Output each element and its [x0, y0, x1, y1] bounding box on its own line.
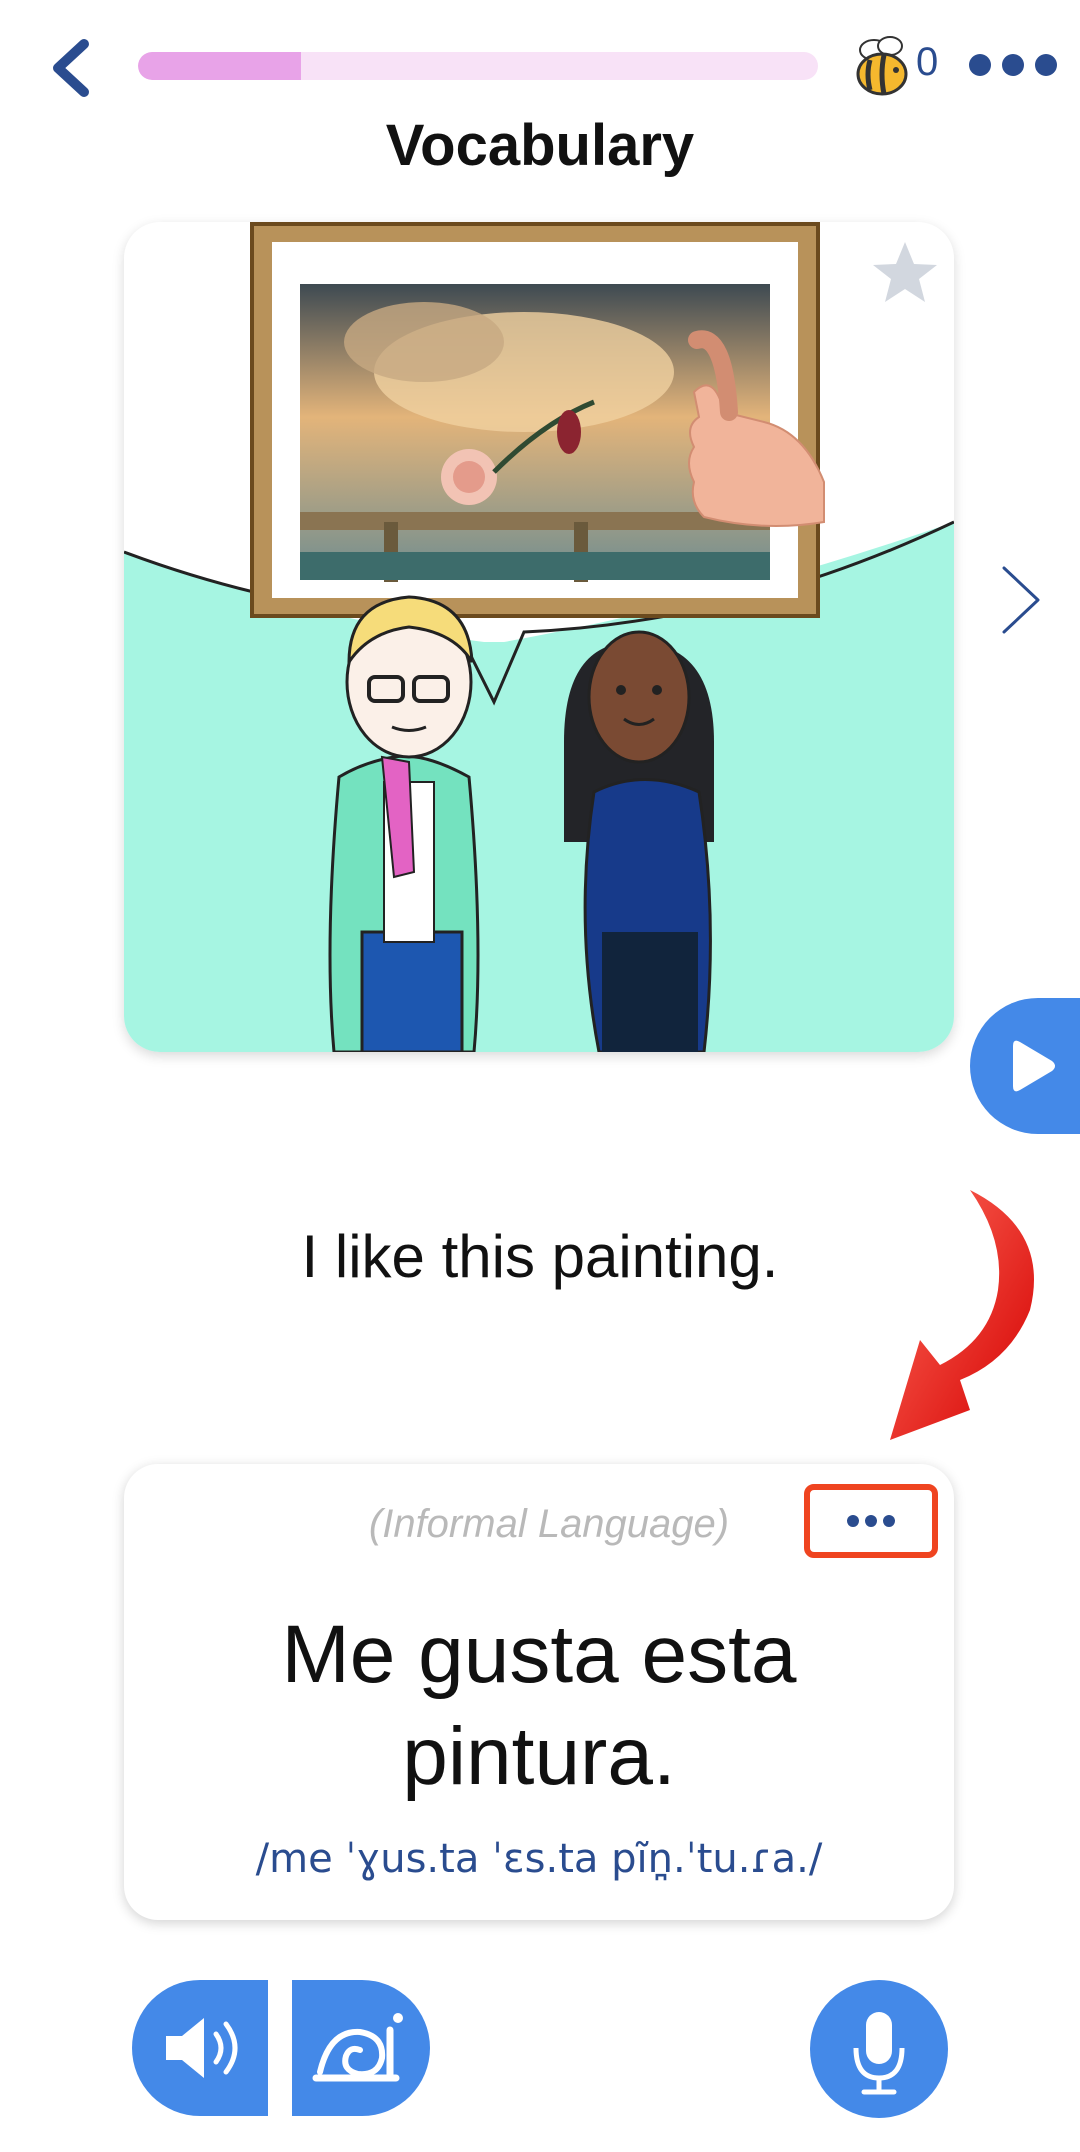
microphone-button[interactable]: [810, 1980, 948, 2118]
page-title: Vocabulary: [385, 113, 695, 178]
lesson-progress-bar: [138, 52, 818, 80]
snail-icon: [312, 2013, 403, 2082]
translation-options-button[interactable]: [804, 1484, 938, 1558]
lesson-progress-fill: [138, 52, 302, 80]
favorite-star-icon[interactable]: [870, 238, 940, 308]
next-chevron-icon[interactable]: [996, 560, 1046, 640]
translation-card: (Informal Language) Me gusta esta pintur…: [124, 1464, 954, 1920]
red-annotation-arrow-icon: [890, 1190, 1034, 1440]
illustration-painting-scene: [124, 222, 954, 1052]
spanish-sentence: Me gusta esta pintura.: [124, 1604, 954, 1808]
audio-button[interactable]: [132, 1980, 268, 2116]
bee-icon: [856, 36, 908, 96]
slow-audio-button[interactable]: [292, 1980, 430, 2116]
more-dots-icon: [847, 1515, 895, 1527]
speaker-icon: [166, 2018, 238, 2078]
play-button[interactable]: [970, 998, 1080, 1134]
play-icon: [1013, 1040, 1055, 1092]
microphone-icon: [853, 2012, 905, 2095]
score-count: 0: [916, 40, 939, 84]
more-options-icon[interactable]: [968, 50, 1058, 80]
ipa-transcription: /me ˈɣus.ta ˈɛs.ta pĩn̪.ˈtu.ɾa./: [255, 1836, 823, 1882]
vocabulary-illustration-card: [124, 222, 954, 1052]
spanish-sentence-line2: pintura.: [402, 1711, 676, 1802]
back-chevron-icon[interactable]: [44, 38, 104, 98]
spanish-sentence-line1: Me gusta esta: [281, 1609, 797, 1700]
